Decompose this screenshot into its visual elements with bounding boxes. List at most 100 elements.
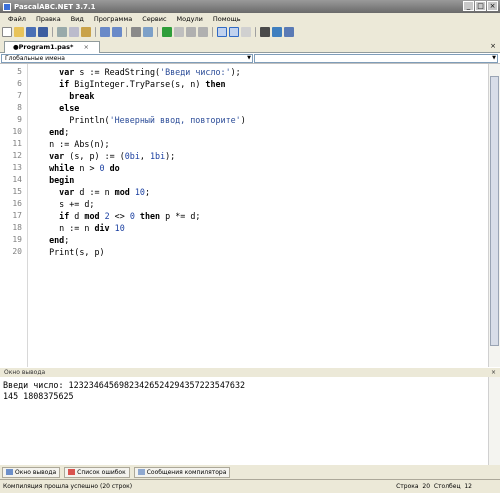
status-message: Компиляция прошла успешно (20 строк)	[3, 483, 133, 490]
toolbar	[0, 25, 500, 39]
close-all-icon[interactable]: ×	[490, 42, 496, 50]
code-line: end;	[49, 235, 70, 245]
undo-icon[interactable]	[100, 27, 110, 37]
output-window-toggle-icon[interactable]	[217, 27, 227, 37]
menu-modules[interactable]: Модули	[177, 15, 203, 23]
tab-close-icon[interactable]: ×	[83, 43, 88, 51]
stop-icon[interactable]	[174, 27, 184, 37]
member-select[interactable]: ▼	[254, 54, 498, 63]
minimize-button[interactable]: _	[463, 1, 474, 11]
output-panel-header: Окно вывода ×	[0, 367, 500, 377]
maximize-button[interactable]: □	[475, 1, 486, 11]
line-number: 7	[17, 91, 22, 100]
copy-icon[interactable]	[69, 27, 79, 37]
code-line: if d mod 2 <> 0 then p *= d;	[59, 211, 201, 221]
save-all-icon[interactable]	[38, 27, 48, 37]
line-number: 14	[12, 175, 22, 184]
paste-icon[interactable]	[81, 27, 91, 37]
bottom-tabs: Окно вывода Список ошибок Сообщения комп…	[0, 466, 500, 478]
scrollbar-thumb[interactable]	[490, 76, 499, 346]
code-line: begin	[49, 175, 75, 185]
cursor-position: Строка 20 Столбец 12	[396, 480, 472, 493]
code-line: var s := ReadString('Введи число:');	[59, 67, 241, 77]
tab-compiler-messages[interactable]: Сообщения компилятора	[133, 466, 231, 478]
console-icon[interactable]	[260, 27, 270, 37]
code-line: break	[69, 91, 95, 101]
menu-service[interactable]: Сервис	[142, 15, 166, 23]
code-line: end;	[49, 127, 70, 137]
line-number: 8	[17, 103, 22, 112]
toolbar-separator	[255, 27, 256, 37]
tab-error-list[interactable]: Список ошибок	[64, 466, 130, 478]
row-label: Строка	[396, 483, 419, 490]
tab-label: ●Program1.pas*	[13, 43, 74, 51]
line-number: 10	[12, 127, 22, 136]
line-number: 20	[12, 247, 22, 256]
step-into-icon[interactable]	[198, 27, 208, 37]
chevron-down-icon: ▼	[247, 55, 251, 61]
code-line: n := Abs(n);	[39, 139, 110, 149]
output-panel-title: Окно вывода	[4, 369, 46, 376]
editor-scrollbar[interactable]	[488, 64, 500, 367]
toolbar-separator	[126, 27, 127, 37]
scope-select-value: Глобальные имена	[5, 55, 65, 62]
tab-label: Сообщения компилятора	[146, 468, 227, 476]
redo-icon[interactable]	[112, 27, 122, 37]
toolbar-separator	[157, 27, 158, 37]
tab-program1[interactable]: ●Program1.pas* ×	[4, 41, 100, 53]
settings-icon[interactable]	[272, 27, 282, 37]
toolbar-separator	[52, 27, 53, 37]
title-bar: PascalABC.NET 3.7.1 _ □ ×	[0, 0, 500, 13]
code-line: var d := n mod 10;	[59, 187, 150, 197]
open-folder-icon[interactable]	[14, 27, 24, 37]
code-line: s += d;	[39, 199, 95, 209]
find-icon[interactable]	[143, 27, 153, 37]
code-line: Println('Неверный ввод, повторите')	[39, 115, 246, 125]
output-window[interactable]: Введи число: 123234645698234265242943572…	[0, 377, 488, 465]
line-gutter: 5 6 7 8 9 10 11 12 13 14 15 16 17 18 19 …	[0, 64, 28, 367]
menu-program[interactable]: Программа	[94, 15, 132, 23]
line-number: 6	[17, 79, 22, 88]
code-line: else	[59, 103, 80, 113]
scope-select[interactable]: Глобальные имена ▼	[1, 54, 253, 63]
code-editor[interactable]: 5 6 7 8 9 10 11 12 13 14 15 16 17 18 19 …	[0, 64, 488, 367]
compiler-messages-icon	[137, 469, 145, 475]
menu-view[interactable]: Вид	[71, 15, 84, 23]
new-file-icon[interactable]	[2, 27, 12, 37]
tab-strip: ●Program1.pas* × ×	[0, 40, 500, 53]
output-line: Введи число: 123234645698234265242943572…	[3, 380, 246, 390]
code-line: if BigInteger.TryParse(s, n) then	[59, 79, 226, 89]
cut-icon[interactable]	[57, 27, 67, 37]
code-line: var (s, p) := (0bi, 1bi);	[49, 151, 176, 161]
run-icon[interactable]	[162, 27, 172, 37]
panel-icon[interactable]	[241, 27, 251, 37]
close-icon[interactable]: ×	[491, 368, 496, 377]
output-window-icon	[6, 469, 13, 475]
step-icon[interactable]	[186, 27, 196, 37]
line-number: 17	[12, 211, 22, 220]
output-line: 145 1808375625	[3, 391, 74, 401]
layout-toggle-icon[interactable]	[229, 27, 239, 37]
line-number: 18	[12, 223, 22, 232]
line-number: 9	[17, 115, 22, 124]
help-icon[interactable]	[284, 27, 294, 37]
line-number: 5	[17, 67, 22, 76]
menu-file[interactable]: Файл	[8, 15, 26, 23]
navigation-bar: Глобальные имена ▼ ▼	[0, 53, 500, 64]
tab-label: Окно вывода	[15, 468, 57, 476]
line-number: 13	[12, 163, 22, 172]
code-line: while n > 0 do	[49, 163, 120, 173]
close-button[interactable]: ×	[487, 1, 498, 11]
output-scrollbar[interactable]	[488, 377, 500, 465]
toolbar-separator	[212, 27, 213, 37]
menu-edit[interactable]: Правка	[36, 15, 61, 23]
menu-help[interactable]: Помощь	[213, 15, 241, 23]
tab-output-window[interactable]: Окно вывода	[2, 466, 61, 478]
menu-bar: Файл Правка Вид Программа Сервис Модули …	[0, 13, 500, 25]
format-icon[interactable]	[131, 27, 141, 37]
col-label: Столбец	[433, 483, 461, 490]
error-list-icon	[68, 469, 76, 475]
line-number: 19	[12, 235, 22, 244]
status-bar: Компиляция прошла успешно (20 строк) Стр…	[0, 479, 500, 493]
save-icon[interactable]	[26, 27, 36, 37]
